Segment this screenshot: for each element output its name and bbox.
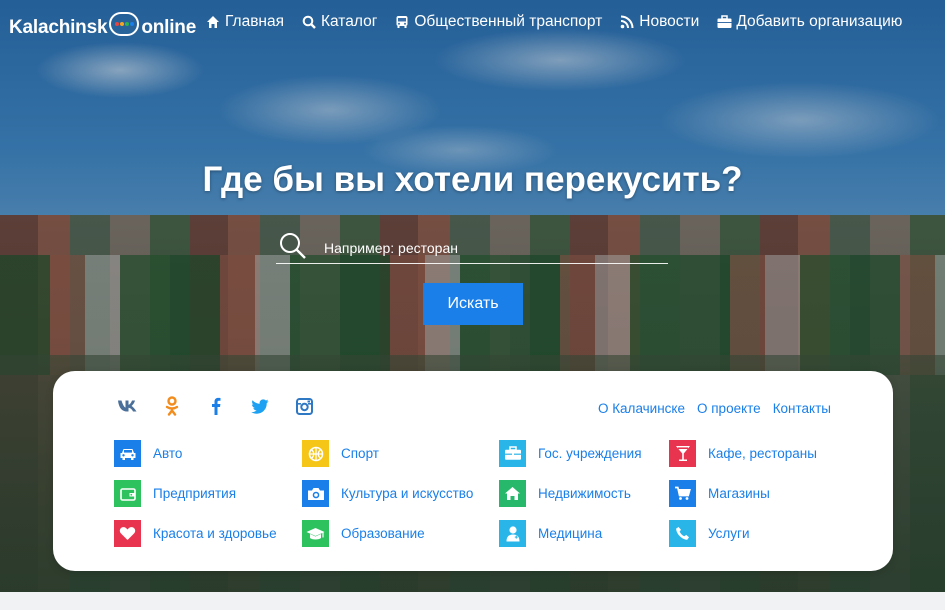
heart-icon (114, 520, 141, 547)
nav-transport-label: Общественный транспорт (414, 13, 603, 30)
car-icon (114, 440, 141, 467)
top-navigation-bar: Kalachinsk online Главная Каталог Общест… (0, 0, 945, 48)
category-sport-label: Спорт (341, 446, 379, 461)
category-services[interactable]: Услуги (669, 520, 750, 547)
category-government-label: Гос. учреждения (538, 446, 642, 461)
search-icon (278, 231, 308, 266)
link-contacts[interactable]: Контакты (773, 401, 831, 416)
search-icon (302, 15, 316, 29)
category-real-estate-label: Недвижимость (538, 486, 631, 501)
nav-home-label: Главная (225, 13, 284, 30)
nav-news[interactable]: Новости (620, 13, 699, 31)
category-education-label: Образование (341, 526, 425, 541)
page-bottom-strip (0, 592, 945, 610)
category-culture[interactable]: Культура и искусство (302, 480, 473, 507)
category-cafes-label: Кафе, рестораны (708, 446, 817, 461)
category-shops[interactable]: Магазины (669, 480, 770, 507)
search-button[interactable]: Искать (423, 283, 523, 325)
category-cafes[interactable]: Кафе, рестораны (669, 440, 817, 467)
bus-icon (395, 15, 409, 29)
category-real-estate[interactable]: Недвижимость (499, 480, 631, 507)
facebook-icon[interactable] (204, 396, 228, 416)
main-nav: Главная Каталог Общественный транспорт Н… (206, 13, 902, 31)
category-government[interactable]: Гос. учреждения (499, 440, 642, 467)
phone-icon (669, 520, 696, 547)
briefcase-icon (499, 440, 526, 467)
logo-dot-red (114, 22, 119, 26)
logo-dot-green (124, 22, 129, 26)
category-beauty[interactable]: Красота и здоровье (114, 520, 277, 547)
category-shops-label: Магазины (708, 486, 770, 501)
logo-text-left: Kalachinsk (9, 17, 108, 38)
category-sport[interactable]: Спорт (302, 440, 379, 467)
cart-icon (669, 480, 696, 507)
site-logo[interactable]: Kalachinsk online (9, 12, 197, 40)
twitter-icon[interactable] (248, 396, 272, 416)
camera-icon (302, 480, 329, 507)
odnoklassniki-icon[interactable] (160, 396, 184, 416)
category-medicine-label: Медицина (538, 526, 603, 541)
ball-icon (302, 440, 329, 467)
instagram-icon[interactable] (292, 396, 316, 416)
nav-news-label: Новости (639, 13, 700, 30)
logo-text-right: online (141, 17, 197, 38)
category-services-label: Услуги (708, 526, 750, 541)
social-links (116, 396, 336, 416)
search-bar (276, 230, 668, 264)
chat-bubble-icon (109, 12, 140, 36)
nav-add-organization-label: Добавить организацию (736, 13, 903, 30)
rss-icon (620, 15, 634, 29)
nav-home[interactable]: Главная (206, 13, 284, 31)
categories-card: О Калачинске О проекте Контакты Авто Спо… (53, 371, 893, 571)
house-icon (499, 480, 526, 507)
category-beauty-label: Красота и здоровье (153, 526, 277, 541)
category-enterprises-label: Предприятия (153, 486, 237, 501)
home-icon (206, 15, 220, 29)
search-input[interactable] (324, 238, 654, 258)
cocktail-icon (669, 440, 696, 467)
link-about-project[interactable]: О проекте (697, 401, 761, 416)
doctor-icon (499, 520, 526, 547)
category-education[interactable]: Образование (302, 520, 425, 547)
link-about-kalachinsk[interactable]: О Калачинске (598, 401, 685, 416)
hero-headline: Где бы вы хотели перекусить? (202, 160, 743, 199)
info-links: О Калачинске О проекте Контакты (598, 401, 831, 416)
logo-dot-orange (119, 22, 124, 26)
logo-dot-blue (129, 22, 134, 26)
category-culture-label: Культура и искусство (341, 486, 474, 501)
wallet-icon (114, 480, 141, 507)
category-auto[interactable]: Авто (114, 440, 182, 467)
vk-icon[interactable] (116, 396, 140, 416)
category-auto-label: Авто (153, 446, 183, 461)
graduation-cap-icon (302, 520, 329, 547)
category-enterprises[interactable]: Предприятия (114, 480, 236, 507)
nav-catalog-label: Каталог (321, 13, 378, 30)
briefcase-icon (717, 15, 732, 29)
nav-catalog[interactable]: Каталог (302, 13, 377, 31)
nav-transport[interactable]: Общественный транспорт (395, 13, 602, 31)
nav-add-organization[interactable]: Добавить организацию (717, 13, 902, 31)
category-medicine[interactable]: Медицина (499, 520, 602, 547)
